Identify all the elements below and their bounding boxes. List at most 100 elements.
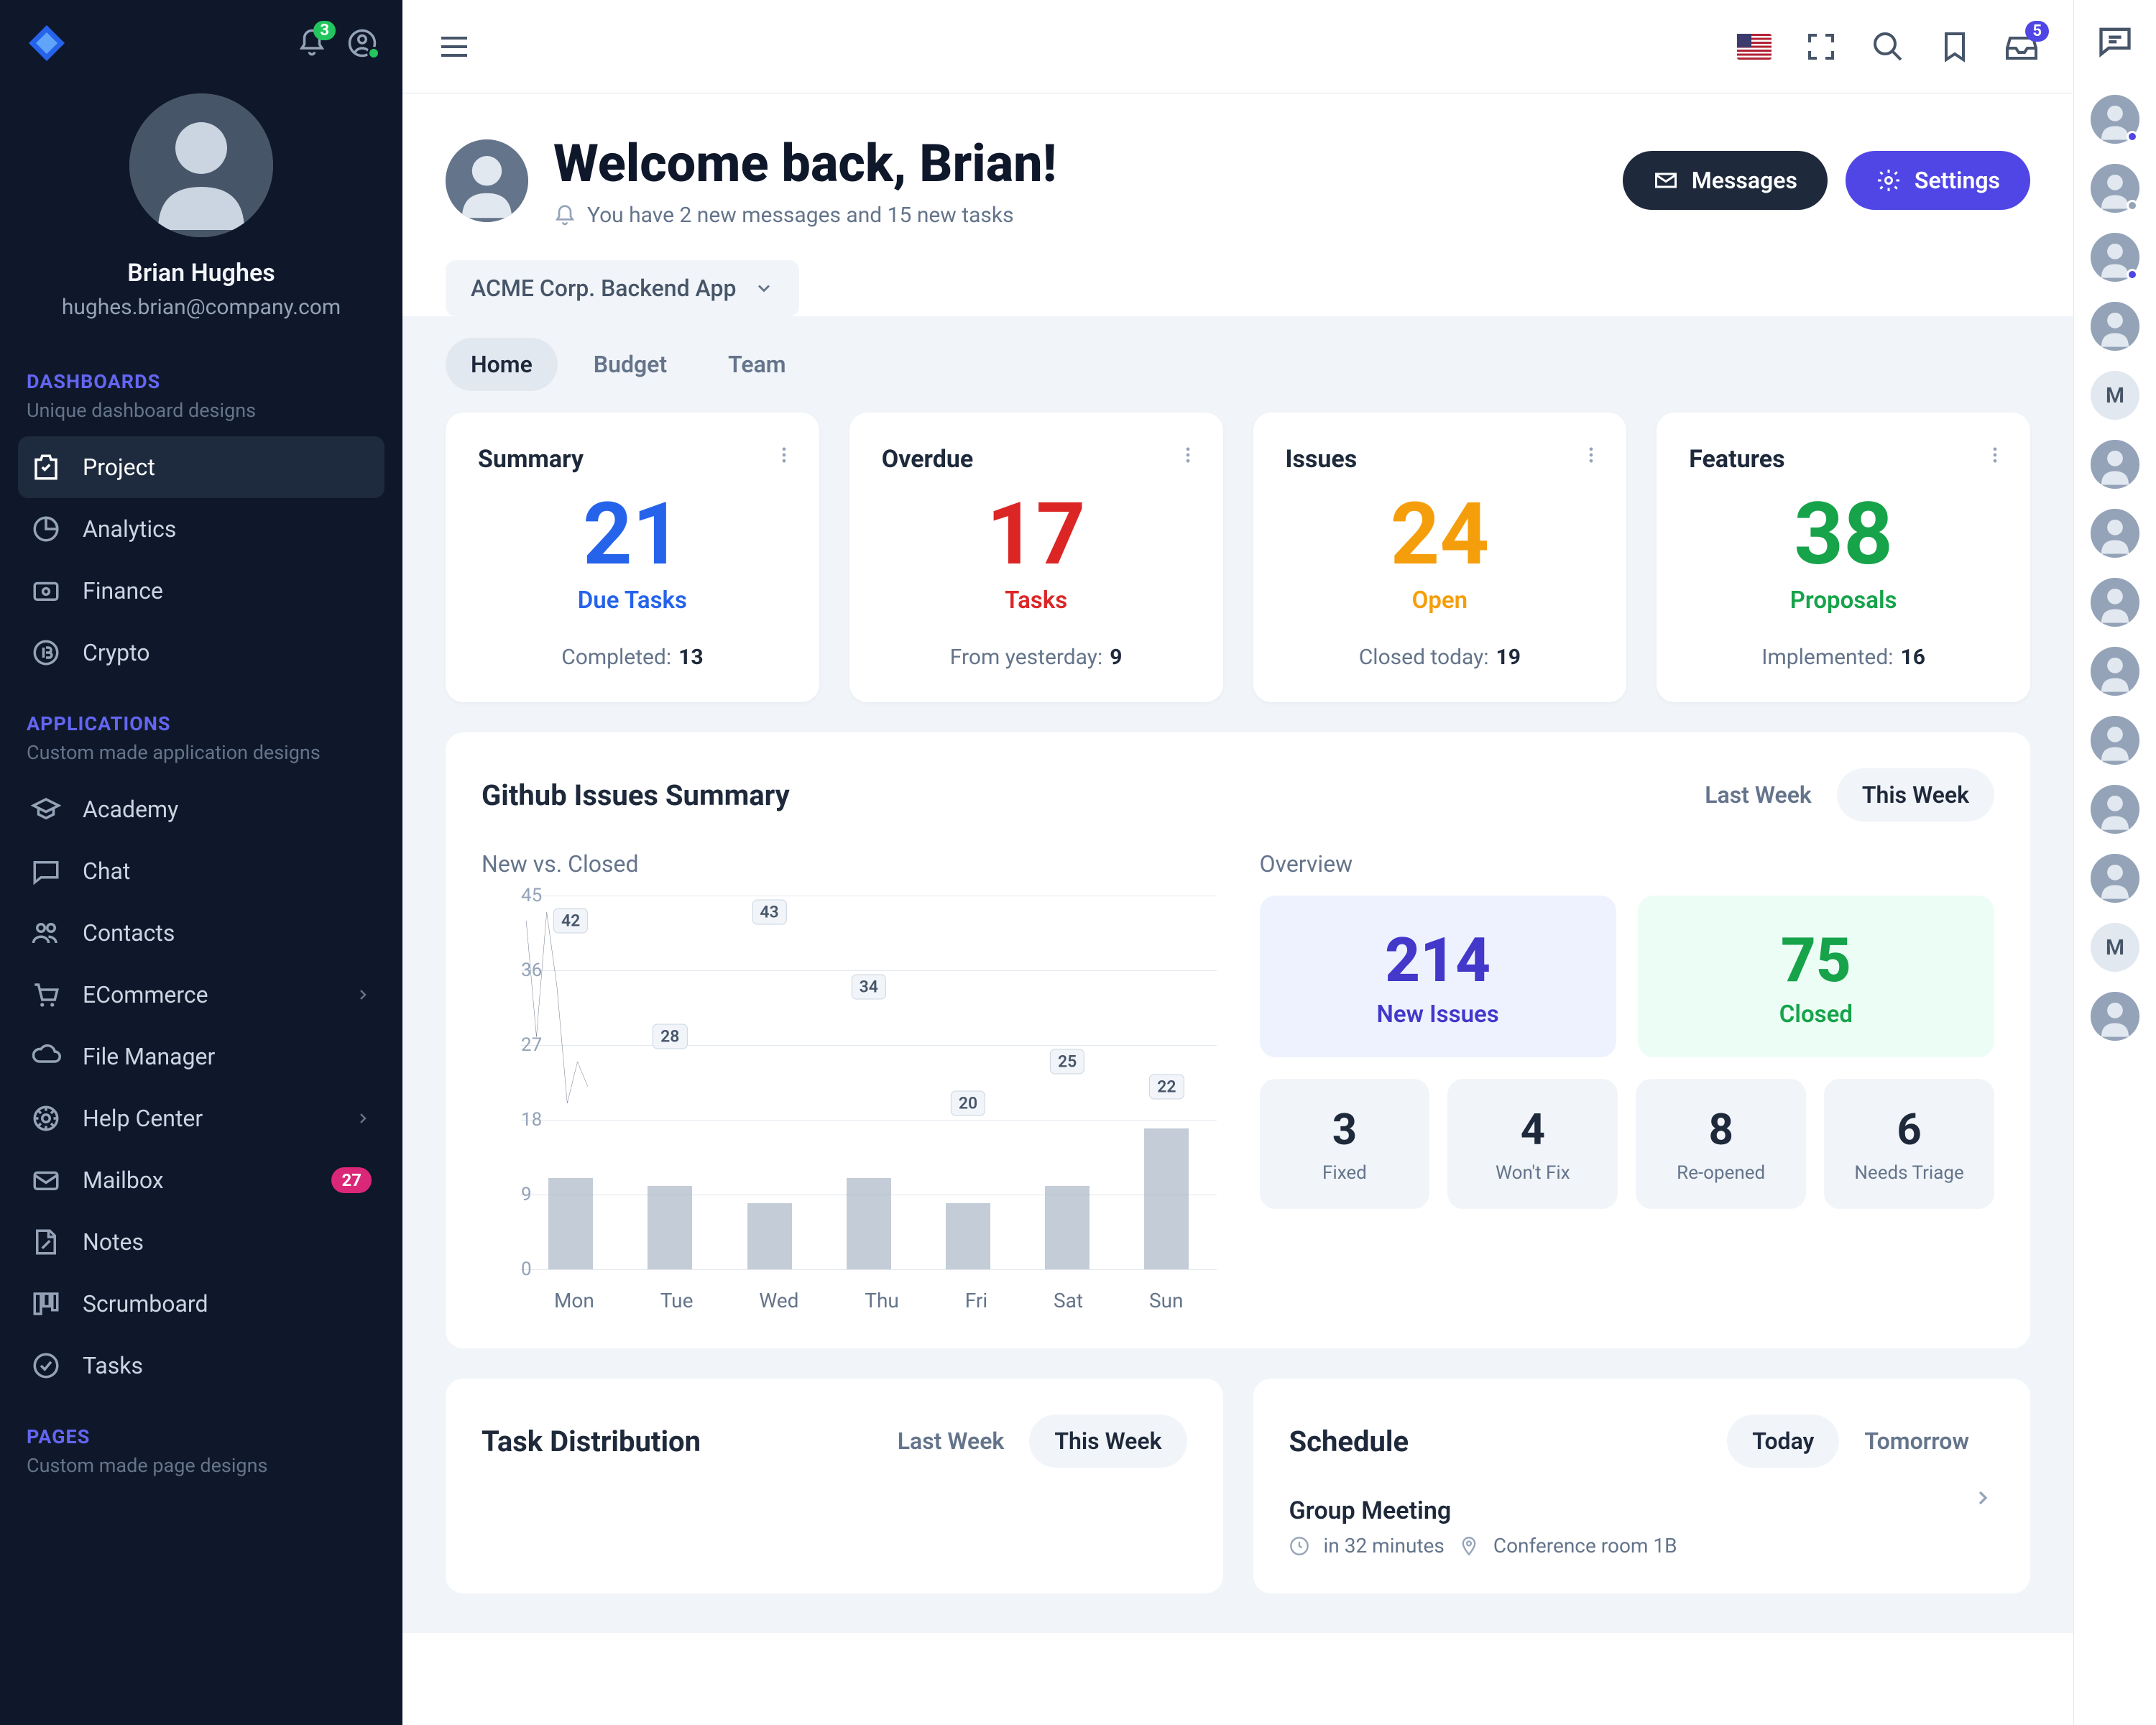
sidebar-item-chat[interactable]: Chat <box>18 840 384 902</box>
github-card-title: Github Issues Summary <box>482 778 790 812</box>
issues-chart: 091827364542284334202522MonTueWedThuFriS… <box>482 896 1217 1312</box>
sidebar-item-file-manager[interactable]: File Manager <box>18 1026 384 1087</box>
seg-this-week[interactable]: This Week <box>1837 768 1994 822</box>
tab-home[interactable]: Home <box>446 338 558 391</box>
stat-card-summary: Summary 21 Due Tasks Completed: 13 <box>446 413 819 702</box>
more-vertical-icon[interactable] <box>1581 445 1601 465</box>
contact-avatar[interactable] <box>2091 302 2139 351</box>
contact-avatar[interactable] <box>2091 578 2139 627</box>
contact-avatar[interactable] <box>2091 440 2139 489</box>
status-dot <box>2127 269 2138 280</box>
more-vertical-icon[interactable] <box>1178 445 1198 465</box>
card-label: Tasks <box>882 586 1191 615</box>
card-label: Open <box>1286 586 1595 615</box>
menu-icon[interactable] <box>437 29 471 64</box>
task-distribution-card: Task Distribution Last Week This Week <box>446 1379 1223 1593</box>
welcome-avatar <box>446 139 528 222</box>
topbar: 5 <box>402 0 2073 93</box>
sidebar-item-project[interactable]: Project <box>18 436 384 498</box>
event-title: Group Meeting <box>1289 1496 1995 1525</box>
schedule-item[interactable]: Group Meeting in 32 minutes Conference r… <box>1289 1496 1995 1558</box>
contact-avatar[interactable] <box>2091 647 2139 696</box>
task-seg-this-week[interactable]: This Week <box>1029 1414 1187 1468</box>
sidebar-item-crypto[interactable]: Crypto <box>18 622 384 684</box>
contact-avatar[interactable] <box>2091 854 2139 903</box>
sidebar-item-contacts[interactable]: Contacts <box>18 902 384 964</box>
contact-avatar[interactable] <box>2091 785 2139 834</box>
card-title: Issues <box>1286 445 1595 474</box>
card-label: Due Tasks <box>478 586 787 615</box>
nav-header-pages: PAGES <box>18 1425 384 1448</box>
file-manager-icon <box>31 1041 61 1072</box>
seg-last-week[interactable]: Last Week <box>1680 768 1837 822</box>
project-selector[interactable]: ACME Corp. Backend App <box>446 260 799 316</box>
gear-icon <box>1876 167 1902 193</box>
contact-avatar[interactable] <box>2091 233 2139 282</box>
card-title: Summary <box>478 445 787 474</box>
sidebar: 3 Brian Hughes hughes.brian@company.com … <box>0 0 402 1725</box>
status-dot <box>2127 200 2138 211</box>
schedule-card: Schedule Today Tomorrow Group Meeting in… <box>1253 1379 2031 1593</box>
profile-avatar[interactable] <box>129 93 273 237</box>
chat-icon[interactable] <box>2096 22 2134 59</box>
nav-sub-pages: Custom made page designs <box>18 1454 384 1477</box>
analytics-icon <box>31 514 61 544</box>
fullscreen-icon[interactable] <box>1804 29 1838 64</box>
sidebar-item-scrumboard[interactable]: Scrumboard <box>18 1273 384 1335</box>
contact-avatar[interactable] <box>2091 509 2139 558</box>
stat-card-issues: Issues 24 Open Closed today: 19 <box>1253 413 1627 702</box>
welcome-title: Welcome back, Brian! <box>553 133 1056 194</box>
settings-button[interactable]: Settings <box>1846 151 2030 210</box>
sidebar-item-analytics[interactable]: Analytics <box>18 498 384 560</box>
nav-sub-dashboards: Unique dashboard designs <box>18 399 384 422</box>
mailbox-badge: 27 <box>331 1167 372 1193</box>
inbox-button[interactable]: 5 <box>2004 29 2039 64</box>
location-icon <box>1459 1536 1479 1556</box>
nav-header-dashboards: DASHBOARDS <box>18 370 384 393</box>
messages-button[interactable]: Messages <box>1623 151 1828 210</box>
task-seg-last-week[interactable]: Last Week <box>872 1414 1030 1468</box>
contact-avatar[interactable]: M <box>2091 923 2139 972</box>
sidebar-item-notes[interactable]: Notes <box>18 1211 384 1273</box>
chat-icon <box>31 856 61 886</box>
contact-avatar[interactable] <box>2091 95 2139 144</box>
nav-sub-applications: Custom made application designs <box>18 741 384 764</box>
sched-seg-tomorrow[interactable]: Tomorrow <box>1839 1414 1994 1468</box>
language-flag-us[interactable] <box>1737 34 1772 60</box>
card-title: Overdue <box>882 445 1191 474</box>
task-dist-title: Task Distribution <box>482 1425 701 1458</box>
user-status-button[interactable] <box>347 28 377 58</box>
crypto-icon <box>31 638 61 668</box>
sidebar-item-finance[interactable]: Finance <box>18 560 384 622</box>
contact-avatar[interactable] <box>2091 992 2139 1041</box>
mail-icon <box>1653 167 1679 193</box>
sidebar-item-tasks[interactable]: Tasks <box>18 1335 384 1397</box>
chevron-right-icon <box>354 1110 372 1127</box>
sched-seg-today[interactable]: Today <box>1727 1414 1839 1468</box>
bookmark-icon[interactable] <box>1938 29 1972 64</box>
notifications-button[interactable]: 3 <box>297 28 327 58</box>
contact-avatar[interactable] <box>2091 164 2139 213</box>
search-icon[interactable] <box>1871 29 1905 64</box>
ecommerce-icon <box>31 980 61 1010</box>
more-vertical-icon[interactable] <box>774 445 794 465</box>
chevron-right-icon <box>354 986 372 1003</box>
welcome-subtitle: You have 2 new messages and 15 new tasks <box>587 203 1014 228</box>
profile-email: hughes.brian@company.com <box>0 295 402 320</box>
contact-avatar[interactable] <box>2091 716 2139 765</box>
inbox-badge: 5 <box>2025 21 2049 42</box>
tab-team[interactable]: Team <box>703 338 811 391</box>
chart-point-label: 28 <box>653 1024 687 1049</box>
overview-fixed: 3Fixed <box>1260 1079 1430 1209</box>
contact-avatar[interactable]: M <box>2091 371 2139 420</box>
tab-budget[interactable]: Budget <box>568 338 692 391</box>
sidebar-item-mailbox[interactable]: Mailbox27 <box>18 1149 384 1211</box>
sidebar-item-ecommerce[interactable]: ECommerce <box>18 964 384 1026</box>
chart-point-label: 42 <box>553 908 588 933</box>
sidebar-item-help-center[interactable]: Help Center <box>18 1087 384 1149</box>
sidebar-item-academy[interactable]: Academy <box>18 778 384 840</box>
chevron-down-icon <box>754 278 774 298</box>
more-vertical-icon[interactable] <box>1985 445 2005 465</box>
nav-header-applications: APPLICATIONS <box>18 712 384 735</box>
contacts-sidebar: MM <box>2073 0 2156 1725</box>
